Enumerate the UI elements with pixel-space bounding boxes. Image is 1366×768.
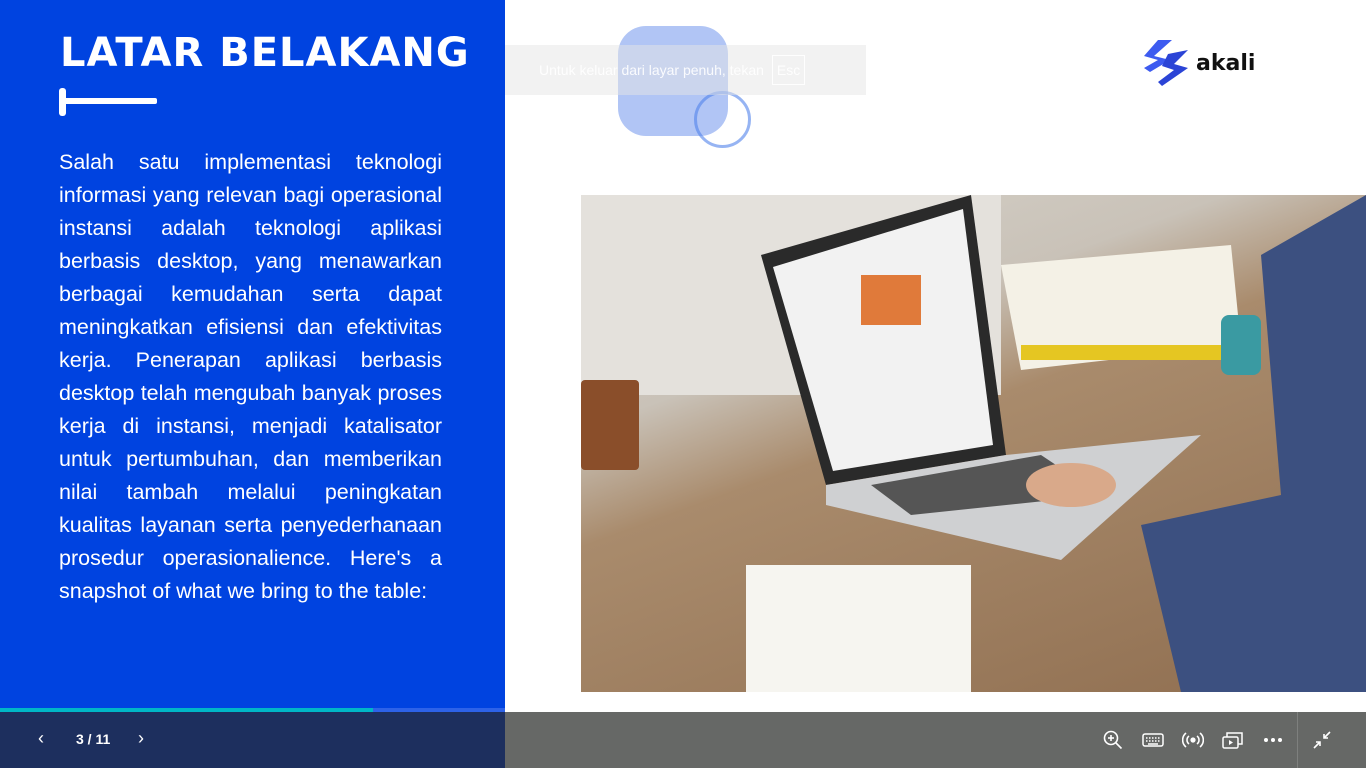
toolbar-divider	[1297, 712, 1298, 768]
title-underline	[60, 98, 157, 104]
toast-message: Untuk keluar dari layar penuh, tekan	[539, 62, 764, 78]
photo-illustration	[581, 195, 1366, 692]
previous-slide-button[interactable]: ‹	[38, 728, 44, 749]
zoom-in-icon[interactable]	[1101, 728, 1125, 752]
slide-left-panel: LATAR BELAKANG Salah satu implementasi t…	[0, 0, 505, 712]
logo-icon	[1144, 40, 1188, 86]
logo-text: akali	[1196, 50, 1256, 76]
slideshow-icon[interactable]	[1221, 728, 1245, 752]
decorative-circle	[694, 91, 751, 148]
slide-body-text: Salah satu implementasi teknologi inform…	[59, 150, 442, 603]
slide-photo-laptop-desk	[581, 195, 1366, 692]
exit-fullscreen-icon[interactable]	[1310, 728, 1334, 752]
keyboard-icon[interactable]	[1141, 728, 1165, 752]
next-slide-button[interactable]: ›	[138, 728, 144, 749]
logo: akali	[1144, 38, 1255, 88]
more-icon[interactable]	[1261, 728, 1285, 752]
fullscreen-toast: Untuk keluar dari layar penuh, tekan Esc	[505, 45, 866, 95]
broadcast-icon[interactable]	[1181, 728, 1205, 752]
esc-key-badge: Esc	[771, 55, 806, 85]
page-counter: 3 / 11	[76, 731, 111, 747]
slide-title: LATAR BELAKANG	[60, 30, 470, 76]
